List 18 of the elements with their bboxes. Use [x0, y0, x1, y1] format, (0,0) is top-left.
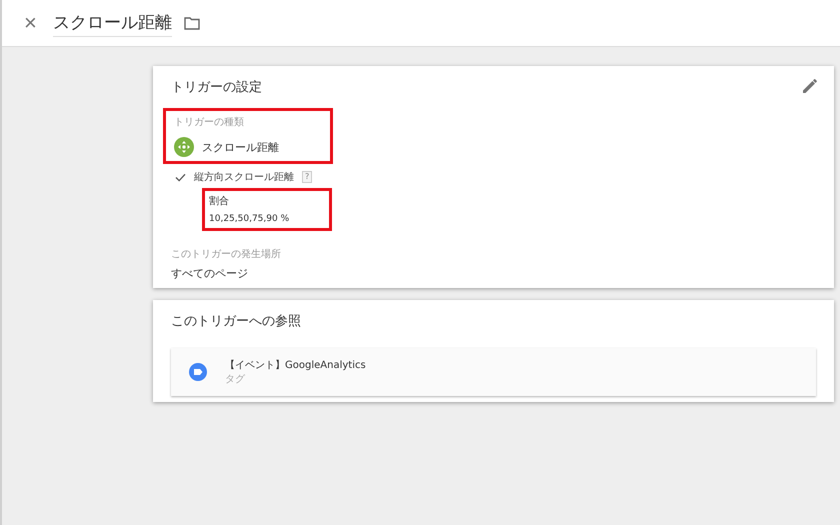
folder-icon[interactable]: [184, 16, 200, 30]
reference-name: 【イベント】GoogleAnalytics: [225, 358, 366, 372]
card-title: このトリガーへの参照: [171, 313, 301, 330]
tag-icon: [189, 363, 207, 381]
option-label: 縦方向スクロール距離: [194, 170, 294, 184]
field-value: すべてのページ: [171, 266, 249, 281]
card-title: トリガーの設定: [171, 79, 262, 96]
scroll-icon: [174, 137, 194, 157]
reference-item[interactable]: 【イベント】GoogleAnalytics タグ: [171, 348, 816, 396]
reference-type: タグ: [225, 373, 246, 386]
field-label: 割合: [209, 194, 230, 208]
field-value: 10,25,50,75,90 %: [209, 214, 290, 224]
close-button[interactable]: ×: [20, 10, 41, 36]
trigger-name[interactable]: スクロール距離: [52, 9, 172, 37]
edit-icon[interactable]: [802, 78, 818, 94]
field-label: このトリガーの発生場所: [171, 248, 282, 261]
trigger-type-value: スクロール距離: [202, 140, 279, 154]
field-label: トリガーの種類: [174, 116, 245, 129]
